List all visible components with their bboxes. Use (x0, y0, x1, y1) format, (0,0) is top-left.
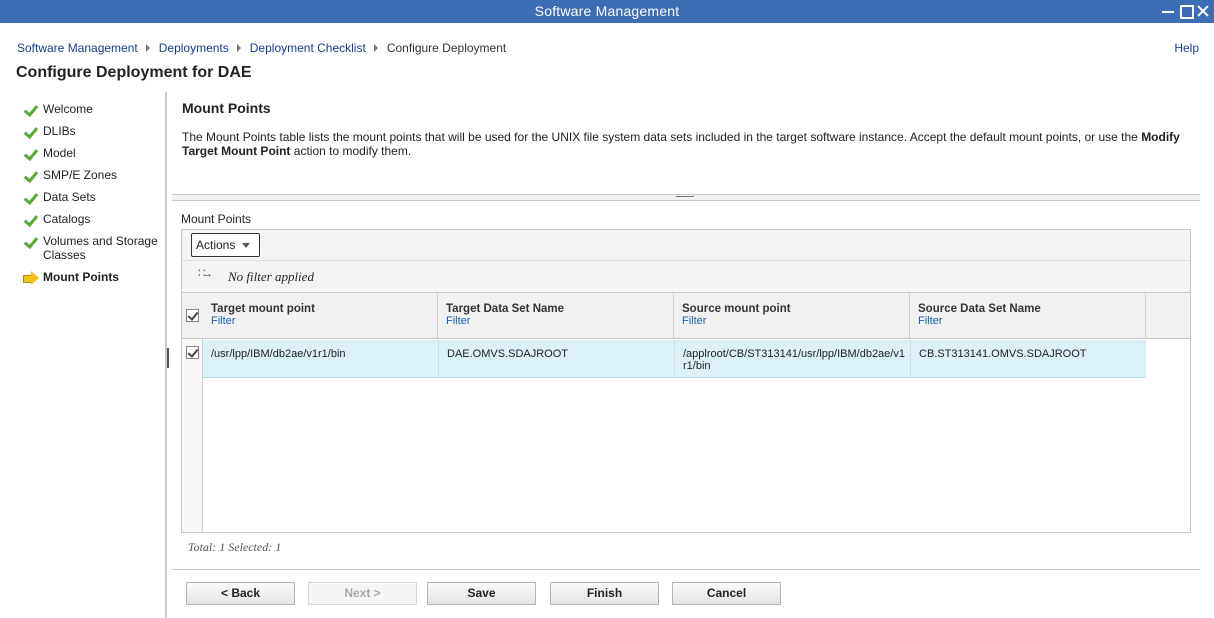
nav-item-label: Welcome (43, 102, 93, 116)
check-icon (23, 213, 39, 227)
table-toolbar: Actions (182, 230, 1190, 261)
close-icon[interactable] (1195, 3, 1211, 19)
maximize-icon[interactable] (1177, 3, 1194, 19)
cell-target-data-set-name: DAE.OMVS.SDAJROOT (447, 348, 569, 360)
mount-points-table: Actions No filter applied Target mount p… (181, 229, 1191, 533)
row-checkbox[interactable] (186, 346, 199, 359)
column-filter-link[interactable]: Filter (682, 315, 706, 327)
chevron-down-icon (242, 243, 250, 248)
minimize-icon[interactable] (1160, 3, 1176, 19)
section-description: The Mount Points table lists the mount p… (182, 130, 1194, 158)
table-header: Target mount point Filter Target Data Se… (182, 293, 1190, 339)
cell-divider (674, 340, 675, 378)
nav-item-catalogs[interactable]: Catalogs (23, 212, 165, 226)
nav-item-label: Data Sets (43, 190, 96, 204)
splitter-grip-icon[interactable] (676, 196, 694, 198)
cell-source-mount-point: /applroot/CB/ST313141/usr/lpp/IBM/db2ae/… (683, 348, 905, 372)
current-step-arrow-icon (23, 271, 39, 285)
column-label: Target Data Set Name (446, 303, 565, 315)
cell-divider (910, 340, 911, 378)
breadcrumb-current: Configure Deployment (386, 41, 507, 55)
nav-item-volumes-storage-classes[interactable]: Volumes and Storage Classes (23, 234, 165, 262)
nav-item-label: Model (43, 146, 76, 160)
finish-button[interactable]: Finish (550, 582, 659, 605)
breadcrumb-software-management[interactable]: Software Management (17, 41, 138, 55)
breadcrumb-separator-icon (145, 44, 150, 52)
section-title: Mount Points (182, 100, 271, 116)
column-header-target-mount-point[interactable]: Target mount point Filter (203, 293, 438, 338)
description-text-end: action to modify them. (290, 144, 412, 158)
column-label: Source Data Set Name (918, 303, 1041, 315)
breadcrumb-separator-icon (236, 44, 241, 52)
nav-item-smpe-zones[interactable]: SMP/E Zones (23, 168, 165, 182)
cancel-button[interactable]: Cancel (672, 582, 781, 605)
column-filter-link[interactable]: Filter (918, 315, 942, 327)
column-filter-link[interactable]: Filter (446, 315, 470, 327)
filter-icon[interactable] (198, 266, 214, 283)
check-icon (23, 191, 39, 205)
select-all-checkbox[interactable] (186, 309, 199, 322)
check-icon (23, 103, 39, 117)
column-header-source-mount-point[interactable]: Source mount point Filter (674, 293, 910, 338)
cell-source-data-set-name: CB.ST313141.OMVS.SDAJROOT (919, 348, 1087, 360)
nav-item-label: Catalogs (43, 212, 91, 226)
cell-divider (438, 340, 439, 378)
nav-item-label: DLIBs (43, 124, 76, 138)
nav-item-label: Mount Points (43, 270, 119, 284)
button-bar-divider (172, 569, 1200, 570)
table-status: Total: 1 Selected: 1 (188, 540, 282, 554)
back-button[interactable]: < Back (186, 582, 295, 605)
column-label: Target mount point (211, 303, 315, 315)
breadcrumb-separator-icon (373, 44, 378, 52)
check-icon (23, 169, 39, 183)
filter-status: No filter applied (228, 269, 314, 284)
check-icon (23, 125, 39, 139)
column-label: Source mount point (682, 303, 791, 315)
description-text: The Mount Points table lists the mount p… (182, 130, 1142, 144)
column-filter-link[interactable]: Filter (211, 315, 235, 327)
nav-item-dlibs[interactable]: DLIBs (23, 124, 165, 138)
check-icon (23, 147, 39, 161)
page-title: Configure Deployment for DAE (16, 64, 252, 81)
breadcrumb: Software Management Deployments Deployment… (17, 41, 506, 55)
nav-item-model[interactable]: Model (23, 146, 165, 160)
actions-label: Actions (196, 238, 236, 252)
next-button[interactable]: Next > (308, 582, 417, 605)
nav-item-label: Volumes and Storage Classes (43, 234, 158, 262)
actions-dropdown[interactable]: Actions (191, 233, 260, 257)
check-icon (23, 235, 39, 249)
breadcrumb-deployments[interactable]: Deployments (159, 41, 229, 55)
breadcrumb-deployment-checklist[interactable]: Deployment Checklist (250, 41, 366, 55)
nav-item-mount-points[interactable]: Mount Points (23, 270, 165, 285)
nav-item-label: SMP/E Zones (43, 168, 118, 182)
wizard-step-nav: Welcome DLIBs Model SMP/E Zones Data Set… (0, 92, 165, 618)
cell-target-mount-point: /usr/lpp/IBM/db2ae/v1r1/bin (211, 348, 346, 360)
window-titlebar: Software Management (0, 0, 1214, 23)
window-title: Software Management (534, 3, 680, 19)
filter-bar: No filter applied (182, 261, 1190, 293)
save-button[interactable]: Save (427, 582, 536, 605)
table-row[interactable]: /usr/lpp/IBM/db2ae/v1r1/bin DAE.OMVS.SDA… (203, 340, 1146, 378)
nav-resize-handle[interactable] (167, 348, 169, 368)
nav-item-data-sets[interactable]: Data Sets (23, 190, 165, 204)
column-header-source-data-set-name[interactable]: Source Data Set Name Filter (910, 293, 1146, 338)
help-link[interactable]: Help (1174, 41, 1199, 55)
column-header-target-data-set-name[interactable]: Target Data Set Name Filter (438, 293, 674, 338)
table-caption: Mount Points (181, 212, 252, 226)
nav-item-welcome[interactable]: Welcome (23, 102, 165, 116)
